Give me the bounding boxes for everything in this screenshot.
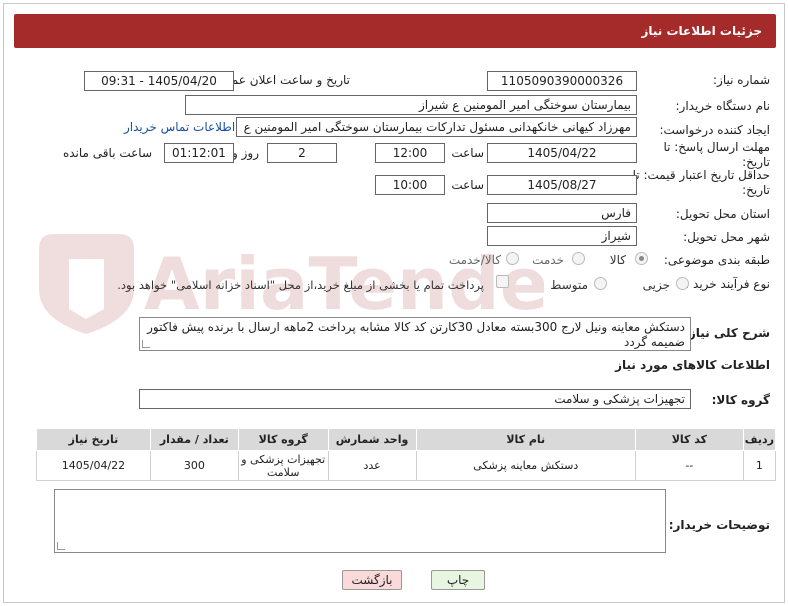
col-need-date: تاریخ نیاز — [36, 428, 151, 451]
cell-need-date: 1405/04/22 — [36, 450, 151, 481]
process-medium-radio[interactable] — [594, 277, 607, 290]
col-row-number: ردیف — [742, 428, 777, 451]
print-button[interactable]: چاپ — [431, 570, 485, 590]
process-medium-label: متوسط — [550, 278, 588, 292]
cell-goods-code: -- — [635, 450, 744, 481]
remaining-time-field: 01:12:01 — [164, 143, 234, 163]
goods-table-header: ردیف کد کالا نام کالا واحد شمارش گروه کا… — [36, 428, 777, 451]
goods-group-field: تجهیزات پزشکی و سلامت — [139, 389, 691, 409]
treasury-payment-checkbox[interactable] — [496, 275, 509, 288]
buyer-notes-label: توضیحات خریدار: — [668, 518, 770, 532]
need-number-field: 1105090390000326 — [487, 71, 637, 91]
price-time-label: ساعت — [451, 178, 484, 192]
announce-field: 1405/04/20 - 09:31 — [84, 71, 234, 91]
process-minor-radio[interactable] — [676, 277, 689, 290]
cell-row-number: 1 — [742, 450, 777, 481]
price-time-field: 10:00 — [375, 175, 445, 195]
days-label: روز و — [232, 146, 259, 160]
col-goods-code: کد کالا — [635, 428, 744, 451]
category-goods-service-radio[interactable] — [506, 252, 519, 265]
cell-unit: عدد — [327, 450, 417, 481]
goods-section-title: اطلاعات کالاهای مورد نیاز — [615, 358, 770, 372]
reply-deadline-label: مهلت ارسال پاسخ: تا تاریخ: — [663, 140, 770, 169]
treasury-payment-note: پرداخت تمام یا بخشی از مبلغ خرید،از محل … — [117, 278, 484, 292]
buyer-org-field: بیمارستان سوختگی امیر المومنین ع شیراز — [185, 95, 637, 115]
resize-handle-icon[interactable] — [142, 340, 150, 348]
category-service-label: خدمت — [532, 253, 564, 267]
cell-goods-name: دستکش معاینه پزشکی — [415, 450, 637, 481]
col-goods-group: گروه کالا — [237, 428, 329, 451]
description-label: شرح کلی نیاز: — [684, 326, 770, 340]
category-label: طبقه بندی موضوعی: — [663, 253, 770, 267]
description-text: دستکش معاینه ونیل لارج 300بسته معادل 30ک… — [147, 320, 685, 349]
main-panel: جزئیات اطلاعات نیاز AriaTender.net شماره… — [3, 3, 785, 603]
col-unit: واحد شمارش — [327, 428, 417, 451]
need-number-label: شماره نیاز: — [713, 73, 770, 87]
process-minor-label: جزیی — [642, 278, 670, 292]
requester-label: ایجاد کننده درخواست: — [659, 123, 770, 137]
category-goods-radio[interactable] — [635, 252, 648, 265]
reply-time-label: ساعت — [451, 146, 484, 160]
page-title: جزئیات اطلاعات نیاز — [14, 14, 776, 48]
city-field: شیراز — [487, 226, 637, 246]
category-goods-service-label: کالا/خدمت — [448, 253, 501, 267]
process-type-label: نوع فرآیند خرید : — [685, 277, 770, 291]
reply-time-field: 12:00 — [375, 143, 445, 163]
remaining-label: ساعت باقی مانده — [62, 146, 152, 160]
buyer-notes-field[interactable] — [54, 489, 666, 553]
city-label: شهر محل تحویل: — [683, 230, 770, 244]
table-row: 1 -- دستکش معاینه پزشکی عدد تجهیزات پزشک… — [36, 450, 777, 481]
col-quantity: تعداد / مقدار — [149, 428, 239, 451]
province-label: استان محل تحویل: — [675, 207, 770, 221]
cell-goods-group: تجهیزات پزشکی و سلامت — [237, 450, 329, 481]
goods-table: ردیف کد کالا نام کالا واحد شمارش گروه کا… — [36, 428, 777, 481]
requester-field: مهرزاد کیهانی خانکهدانی مسئول تدارکات بی… — [236, 117, 637, 137]
resize-handle-icon[interactable] — [57, 542, 65, 550]
back-button[interactable]: بازگشت — [342, 570, 402, 590]
buyer-contact-link[interactable]: اطلاعات تماس خریدار — [124, 120, 235, 134]
cell-quantity: 300 — [149, 450, 239, 481]
col-goods-name: نام کالا — [415, 428, 637, 451]
category-goods-label: کالا — [609, 253, 626, 267]
reply-date-field: 1405/04/22 — [487, 143, 637, 163]
description-field: دستکش معاینه ونیل لارج 300بسته معادل 30ک… — [139, 317, 691, 351]
province-field: فارس — [487, 203, 637, 223]
goods-group-label: گروه کالا: — [711, 393, 770, 407]
category-service-radio[interactable] — [572, 252, 585, 265]
days-remaining-field: 2 — [267, 143, 337, 163]
buyer-org-label: نام دستگاه خریدار: — [675, 99, 771, 113]
price-validity-label: حداقل تاریخ اعتبار قیمت: تا تاریخ: — [632, 168, 770, 197]
price-date-field: 1405/08/27 — [487, 175, 637, 195]
